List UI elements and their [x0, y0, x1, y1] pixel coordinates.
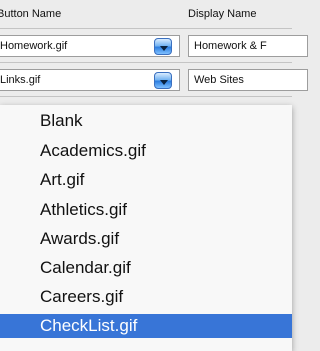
table-row: Links.gif Web Sites	[0, 69, 308, 93]
menu-item[interactable]: Athletics.gif	[0, 198, 292, 222]
display-name-value: Homework & F	[194, 40, 267, 52]
row-divider	[0, 96, 292, 97]
button-image-value: Homework.gif	[0, 40, 68, 52]
display-name-field[interactable]: Web Sites	[188, 69, 308, 91]
button-image-dropdown-menu: Blank Academics.gif Art.gif Athletics.gi…	[0, 105, 292, 351]
chevron-down-icon[interactable]	[154, 72, 172, 89]
menu-item-selected[interactable]: CheckList.gif	[0, 314, 292, 338]
menu-item[interactable]: Academics.gif	[0, 139, 292, 163]
display-name-field[interactable]: Homework & F	[188, 35, 308, 57]
menu-item[interactable]: Calendar.gif	[0, 256, 292, 280]
display-name-value: Web Sites	[194, 74, 244, 86]
menu-item[interactable]: Awards.gif	[0, 227, 292, 251]
chevron-down-icon[interactable]	[154, 38, 172, 55]
button-settings-panel: Button Name Display Name Homework.gif Ho…	[0, 0, 308, 351]
button-image-value: Links.gif	[0, 74, 41, 86]
header-divider	[0, 28, 292, 29]
column-header-button-name: Button Name	[0, 8, 62, 20]
row-divider	[0, 62, 292, 63]
table-row: Homework.gif Homework & F	[0, 35, 308, 59]
button-image-popup[interactable]: Homework.gif	[0, 35, 180, 57]
button-image-popup[interactable]: Links.gif	[0, 69, 180, 91]
column-header-display-name: Display Name	[188, 8, 257, 20]
menu-item[interactable]: Art.gif	[0, 168, 292, 192]
menu-item[interactable]: Blank	[0, 109, 292, 133]
menu-item[interactable]: Careers.gif	[0, 285, 292, 309]
